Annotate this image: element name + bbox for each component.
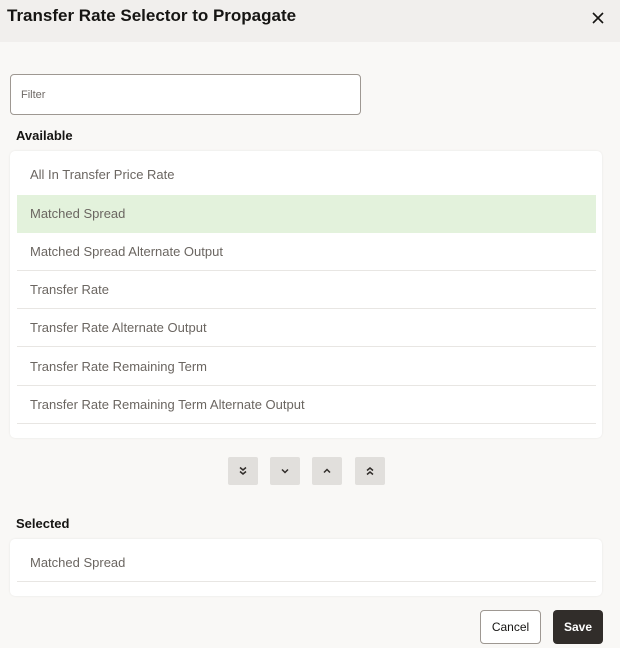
- available-item-selected[interactable]: Matched Spread: [17, 195, 596, 233]
- available-item[interactable]: Transfer Rate Remaining Term: [17, 348, 596, 386]
- dialog-title: Transfer Rate Selector to Propagate: [7, 6, 297, 25]
- close-icon: [592, 12, 604, 24]
- filter-input[interactable]: [10, 74, 361, 115]
- selected-item[interactable]: Matched Spread: [17, 544, 596, 582]
- selected-list: Matched Spread: [10, 539, 602, 596]
- save-button[interactable]: Save: [553, 610, 603, 644]
- available-item[interactable]: Transfer Rate: [17, 271, 596, 309]
- selected-label: Selected: [16, 516, 70, 531]
- available-list: All In Transfer Price Rate Matched Sprea…: [10, 151, 602, 438]
- available-item[interactable]: Transfer Rate Remaining Term Alternate O…: [17, 386, 596, 424]
- available-label: Available: [16, 128, 73, 143]
- available-item[interactable]: All In Transfer Price Rate: [17, 156, 596, 194]
- close-button[interactable]: [590, 8, 606, 26]
- move-down-button[interactable]: [270, 457, 300, 485]
- cancel-button[interactable]: Cancel: [480, 610, 541, 644]
- move-all-down-button[interactable]: [228, 457, 258, 485]
- double-chevron-down-icon: [239, 466, 247, 475]
- chevron-up-icon: [323, 468, 331, 474]
- move-up-button[interactable]: [312, 457, 342, 485]
- available-item[interactable]: Transfer Rate Alternate Output: [17, 309, 596, 347]
- move-all-up-button[interactable]: [355, 457, 385, 485]
- available-item[interactable]: Matched Spread Alternate Output: [17, 233, 596, 271]
- dialog-header: Transfer Rate Selector to Propagate: [0, 0, 620, 42]
- chevron-down-icon: [281, 468, 289, 474]
- double-chevron-up-icon: [366, 467, 374, 476]
